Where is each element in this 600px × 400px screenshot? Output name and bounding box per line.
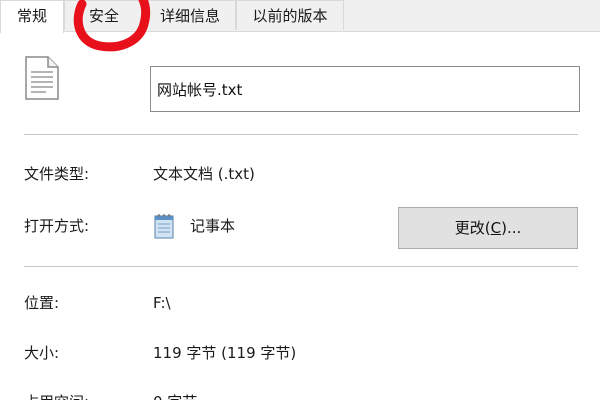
- change-button[interactable]: 更改(C)...: [398, 207, 578, 249]
- change-button-suffix: )...: [501, 219, 522, 237]
- open-with-label: 打开方式:: [24, 217, 90, 235]
- file-type-value: 文本文档 (.txt): [153, 165, 255, 183]
- change-button-accel: C: [490, 219, 502, 237]
- file-name-input[interactable]: [150, 66, 580, 112]
- file-properties-dialog: 常规 安全 详细信息 以前的版本 文件类型: 文本文档 (.txt) 打开方式:: [0, 0, 600, 400]
- tab-previous-versions-label: 以前的版本: [252, 7, 328, 25]
- tab-strip: 常规 安全 详细信息 以前的版本: [0, 0, 600, 33]
- tab-previous-versions[interactable]: 以前的版本: [236, 0, 344, 30]
- change-button-text: 更改(: [454, 219, 491, 237]
- active-tab-gap: [1, 31, 63, 33]
- location-value: F:\: [153, 294, 171, 312]
- disk-size-value: 0 字节: [153, 392, 197, 400]
- separator-2: [24, 266, 578, 267]
- tab-security-label: 安全: [88, 7, 119, 25]
- tab-divider: [0, 31, 600, 32]
- size-label: 大小:: [24, 344, 60, 362]
- tab-general[interactable]: 常规: [0, 0, 64, 33]
- notepad-icon: [154, 214, 174, 239]
- file-type-label: 文件类型:: [24, 165, 90, 183]
- tab-details-label: 详细信息: [159, 7, 220, 25]
- size-value: 119 字节 (119 字节): [153, 344, 297, 362]
- tab-security[interactable]: 安全: [64, 0, 144, 30]
- open-with-value: 记事本: [190, 217, 236, 235]
- tab-general-label: 常规: [16, 7, 47, 25]
- tab-details[interactable]: 详细信息: [144, 0, 236, 30]
- text-file-icon: [25, 56, 59, 100]
- disk-size-label: 占用空间:: [24, 392, 89, 400]
- separator-1: [24, 134, 578, 135]
- location-label: 位置:: [24, 294, 60, 312]
